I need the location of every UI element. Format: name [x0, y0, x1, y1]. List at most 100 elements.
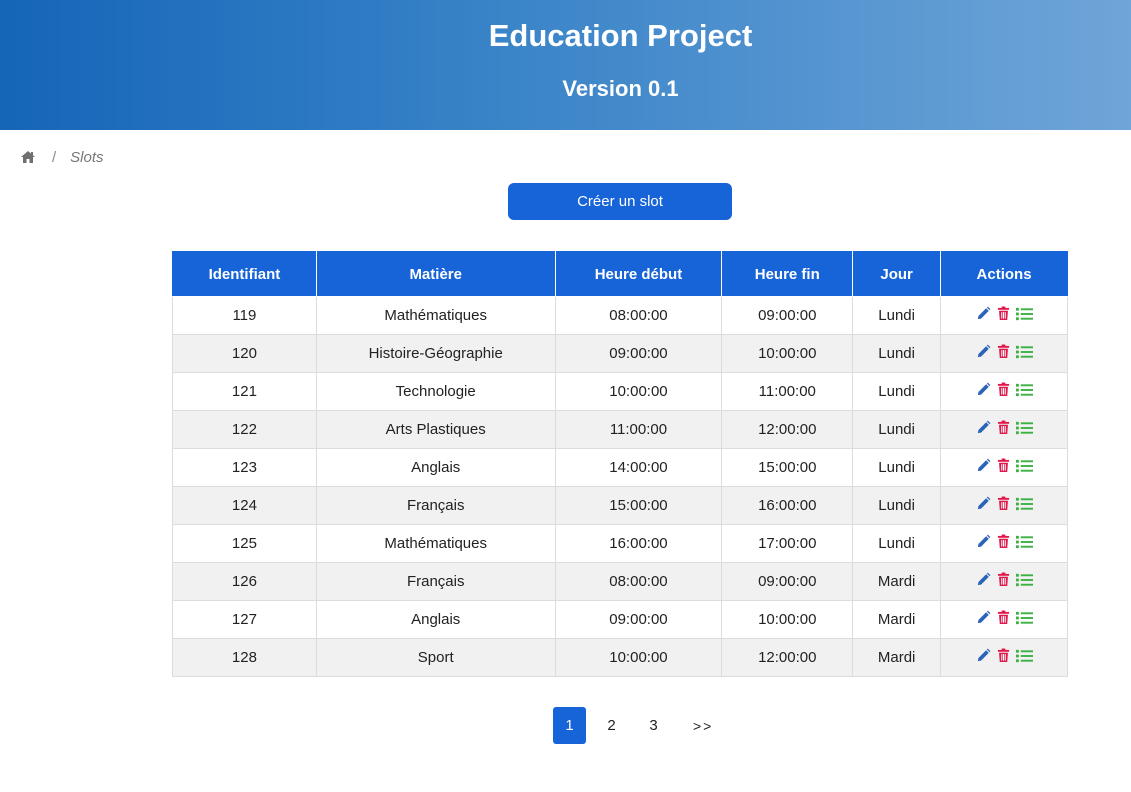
table-row: 119 Mathématiques 08:00:00 09:00:00 Lundi: [172, 296, 1068, 335]
pagination: 1 2 3 >>: [553, 707, 730, 744]
list-icon[interactable]: [1015, 649, 1033, 663]
page-link-2[interactable]: 2: [595, 707, 628, 744]
trash-icon[interactable]: [997, 534, 1010, 549]
app-header: Education Project Version 0.1: [0, 0, 1131, 130]
cell-heure-debut: 08:00:00: [554, 562, 723, 601]
column-header-heure-fin[interactable]: Heure fin: [721, 251, 854, 297]
cell-actions: [940, 448, 1068, 487]
pencil-icon[interactable]: [976, 382, 991, 397]
cell-identifiant: 122: [172, 410, 317, 449]
column-header-matiere[interactable]: Matière: [315, 251, 556, 297]
row-actions: [976, 382, 1033, 397]
trash-icon[interactable]: [997, 496, 1010, 511]
breadcrumb-current: Slots: [70, 148, 104, 166]
cell-heure-fin: 12:00:00: [721, 638, 854, 677]
row-actions: [976, 648, 1033, 663]
column-header-actions: Actions: [940, 251, 1068, 297]
cell-jour: Mardi: [852, 562, 942, 601]
column-header-jour[interactable]: Jour: [852, 251, 942, 297]
cell-heure-debut: 08:00:00: [554, 296, 723, 335]
list-icon[interactable]: [1015, 573, 1033, 587]
row-actions: [976, 534, 1033, 549]
create-slot-button[interactable]: Créer un slot: [508, 183, 732, 220]
table-row: 123 Anglais 14:00:00 15:00:00 Lundi: [172, 448, 1068, 487]
cell-heure-fin: 15:00:00: [721, 448, 854, 487]
cell-actions: [940, 638, 1068, 677]
trash-icon[interactable]: [997, 420, 1010, 435]
cell-actions: [940, 410, 1068, 449]
table-row: 122 Arts Plastiques 11:00:00 12:00:00 Lundi: [172, 410, 1068, 449]
cell-actions: [940, 562, 1068, 601]
cell-matiere: Mathématiques: [315, 524, 556, 563]
cell-matiere: Sport: [315, 638, 556, 677]
pencil-icon[interactable]: [976, 496, 991, 511]
trash-icon[interactable]: [997, 344, 1010, 359]
pencil-icon[interactable]: [976, 534, 991, 549]
table-row: 125 Mathématiques 16:00:00 17:00:00 Lundi: [172, 524, 1068, 563]
column-header-heure-debut[interactable]: Heure début: [554, 251, 723, 297]
cell-matiere: Arts Plastiques: [315, 410, 556, 449]
cell-jour: Lundi: [852, 448, 942, 487]
cell-heure-debut: 16:00:00: [554, 524, 723, 563]
cell-identifiant: 119: [172, 296, 317, 335]
pencil-icon[interactable]: [976, 610, 991, 625]
cell-jour: Lundi: [852, 372, 942, 411]
trash-icon[interactable]: [997, 458, 1010, 473]
slots-table: Identifiant Matière Heure début Heure fi…: [172, 251, 1068, 677]
breadcrumb: / Slots: [20, 146, 104, 168]
list-icon[interactable]: [1015, 383, 1033, 397]
cell-actions: [940, 334, 1068, 373]
pencil-icon[interactable]: [976, 344, 991, 359]
list-icon[interactable]: [1015, 497, 1033, 511]
cell-heure-debut: 09:00:00: [554, 600, 723, 639]
cell-matiere: Mathématiques: [315, 296, 556, 335]
cell-heure-fin: 16:00:00: [721, 486, 854, 525]
list-icon[interactable]: [1015, 345, 1033, 359]
cell-heure-fin: 11:00:00: [721, 372, 854, 411]
column-header-identifiant[interactable]: Identifiant: [172, 251, 317, 297]
cell-actions: [940, 524, 1068, 563]
row-actions: [976, 610, 1033, 625]
cell-heure-debut: 14:00:00: [554, 448, 723, 487]
list-icon[interactable]: [1015, 307, 1033, 321]
cell-heure-debut: 10:00:00: [554, 638, 723, 677]
pencil-icon[interactable]: [976, 572, 991, 587]
pencil-icon[interactable]: [976, 458, 991, 473]
trash-icon[interactable]: [997, 306, 1010, 321]
pencil-icon[interactable]: [976, 420, 991, 435]
cell-identifiant: 121: [172, 372, 317, 411]
row-actions: [976, 306, 1033, 321]
next-page-link[interactable]: >>: [685, 707, 721, 744]
page-link-3[interactable]: 3: [637, 707, 670, 744]
list-icon[interactable]: [1015, 421, 1033, 435]
cell-heure-debut: 10:00:00: [554, 372, 723, 411]
trash-icon[interactable]: [997, 648, 1010, 663]
cell-identifiant: 123: [172, 448, 317, 487]
trash-icon[interactable]: [997, 382, 1010, 397]
breadcrumb-separator: /: [52, 148, 57, 166]
cell-identifiant: 127: [172, 600, 317, 639]
cell-jour: Mardi: [852, 638, 942, 677]
list-icon[interactable]: [1015, 535, 1033, 549]
cell-jour: Lundi: [852, 296, 942, 335]
trash-icon[interactable]: [997, 610, 1010, 625]
cell-matiere: Anglais: [315, 600, 556, 639]
cell-actions: [940, 486, 1068, 525]
page-link-1[interactable]: 1: [553, 707, 586, 744]
cell-identifiant: 120: [172, 334, 317, 373]
row-actions: [976, 496, 1033, 511]
table-row: 128 Sport 10:00:00 12:00:00 Mardi: [172, 638, 1068, 677]
table-row: 121 Technologie 10:00:00 11:00:00 Lundi: [172, 372, 1068, 411]
pencil-icon[interactable]: [976, 306, 991, 321]
trash-icon[interactable]: [997, 572, 1010, 587]
home-icon[interactable]: [20, 150, 36, 164]
cell-actions: [940, 296, 1068, 335]
app-version: Version 0.1: [562, 76, 679, 101]
list-icon[interactable]: [1015, 459, 1033, 473]
cell-identifiant: 125: [172, 524, 317, 563]
row-actions: [976, 458, 1033, 473]
table-row: 124 Français 15:00:00 16:00:00 Lundi: [172, 486, 1068, 525]
list-icon[interactable]: [1015, 611, 1033, 625]
table-row: 126 Français 08:00:00 09:00:00 Mardi: [172, 562, 1068, 601]
pencil-icon[interactable]: [976, 648, 991, 663]
